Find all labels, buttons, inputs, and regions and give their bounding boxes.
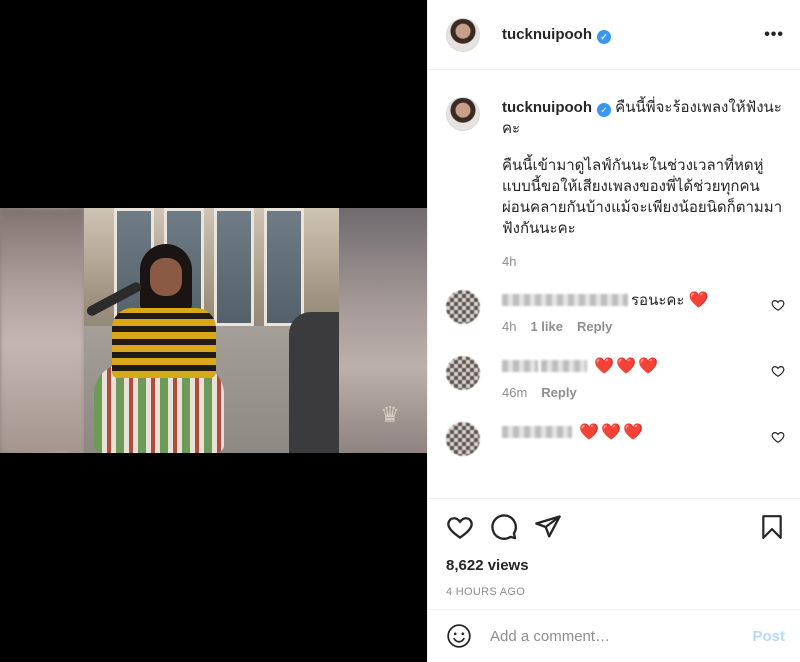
seated-person bbox=[289, 312, 339, 453]
comment-body: ❤️❤️❤️ 46m Reply bbox=[502, 356, 660, 404]
more-options-icon[interactable]: ••• bbox=[764, 26, 784, 44]
reply-button[interactable]: Reply bbox=[577, 319, 612, 334]
blurred-username[interactable] bbox=[502, 360, 538, 372]
comment-avatar[interactable] bbox=[446, 422, 480, 456]
video-player[interactable]: ♛ bbox=[0, 208, 427, 453]
comments-section[interactable]: tucknuipooh ✓ คืนนี้พี่จะร้องเพลงให้ฟังนะ… bbox=[428, 71, 800, 498]
header-username[interactable]: tucknuipooh ✓ bbox=[502, 26, 611, 44]
comment-hearts: ❤️ bbox=[688, 292, 711, 309]
singer bbox=[85, 244, 224, 453]
heart-icon[interactable] bbox=[446, 513, 474, 541]
comment-item: ❤️❤️❤️ 46m Reply bbox=[446, 356, 785, 404]
blurred-username[interactable] bbox=[502, 294, 628, 306]
comment-icon[interactable] bbox=[490, 513, 518, 541]
caption-text: คืนนี้เข้ามาดูไลฟ์กันนะในช่วงเวลาที่หดหู… bbox=[502, 157, 783, 237]
avatar[interactable] bbox=[446, 17, 480, 52]
caption-time[interactable]: 4h bbox=[502, 251, 785, 272]
comment-like-heart-icon[interactable] bbox=[771, 298, 785, 312]
post-sidebar: tucknuipooh ✓ ••• tucknuipooh ✓ คืนนี้พี่จ… bbox=[427, 0, 800, 662]
comment-text: รอนะคะ bbox=[631, 292, 685, 309]
caption: tucknuipooh ✓ คืนนี้พี่จะร้องเพลงให้ฟังนะ… bbox=[446, 97, 785, 272]
post-actions: 8,622 views 4 HOURS AGO bbox=[428, 498, 800, 598]
caption-line: tucknuipooh ✓ คืนนี้พี่จะร้องเพลงให้ฟังนะ… bbox=[502, 97, 785, 139]
share-icon[interactable] bbox=[534, 513, 562, 541]
background-window bbox=[264, 208, 304, 326]
singer-shirt bbox=[112, 308, 216, 378]
verified-badge-icon: ✓ bbox=[597, 103, 611, 117]
view-count[interactable]: 8,622 views bbox=[446, 557, 785, 574]
post-header: tucknuipooh ✓ ••• bbox=[428, 0, 800, 70]
post-timestamp[interactable]: 4 HOURS AGO bbox=[446, 586, 785, 598]
watermark-logo: ♛ bbox=[380, 403, 400, 428]
comment-input[interactable] bbox=[490, 627, 730, 645]
verified-badge-icon: ✓ bbox=[597, 29, 611, 44]
caption-avatar[interactable] bbox=[446, 97, 480, 131]
comment-avatar[interactable] bbox=[446, 356, 480, 390]
comment-likes[interactable]: 1 like bbox=[530, 319, 563, 334]
caption-body: tucknuipooh ✓ คืนนี้พี่จะร้องเพลงให้ฟังนะ… bbox=[502, 97, 785, 272]
comment-item: รอนะคะ ❤️ 4h 1 like Reply bbox=[446, 290, 785, 338]
comment-hearts: ❤️❤️❤️ bbox=[594, 358, 660, 375]
post-media: ♛ bbox=[0, 0, 427, 662]
comment-meta: 4h 1 like Reply bbox=[502, 316, 711, 338]
comment-meta: 46m Reply bbox=[502, 382, 660, 404]
comment-like-heart-icon[interactable] bbox=[771, 364, 785, 378]
comment-like-heart-icon[interactable] bbox=[771, 430, 785, 444]
add-comment-bar: Post bbox=[428, 609, 800, 662]
action-icons bbox=[446, 513, 785, 541]
video-blur-left bbox=[0, 208, 84, 453]
blurred-username[interactable] bbox=[502, 426, 572, 438]
username-text[interactable]: tucknuipooh bbox=[502, 26, 592, 43]
blurred-username bbox=[541, 360, 587, 372]
singer-face bbox=[150, 258, 182, 296]
comment-avatar[interactable] bbox=[446, 290, 480, 324]
comment-time[interactable]: 46m bbox=[502, 385, 527, 400]
caption-username[interactable]: tucknuipooh bbox=[502, 99, 592, 116]
comment-time[interactable]: 4h bbox=[502, 319, 516, 334]
comment-body: ❤️❤️❤️ bbox=[502, 422, 645, 456]
comment-hearts: ❤️❤️❤️ bbox=[579, 424, 645, 441]
bookmark-icon[interactable] bbox=[759, 513, 785, 541]
emoji-icon[interactable] bbox=[446, 623, 472, 649]
comment-item: ❤️❤️❤️ bbox=[446, 422, 785, 456]
reply-button[interactable]: Reply bbox=[541, 385, 576, 400]
comment-body: รอนะคะ ❤️ 4h 1 like Reply bbox=[502, 290, 711, 338]
video-frame bbox=[84, 208, 339, 453]
post-button[interactable]: Post bbox=[752, 628, 785, 645]
